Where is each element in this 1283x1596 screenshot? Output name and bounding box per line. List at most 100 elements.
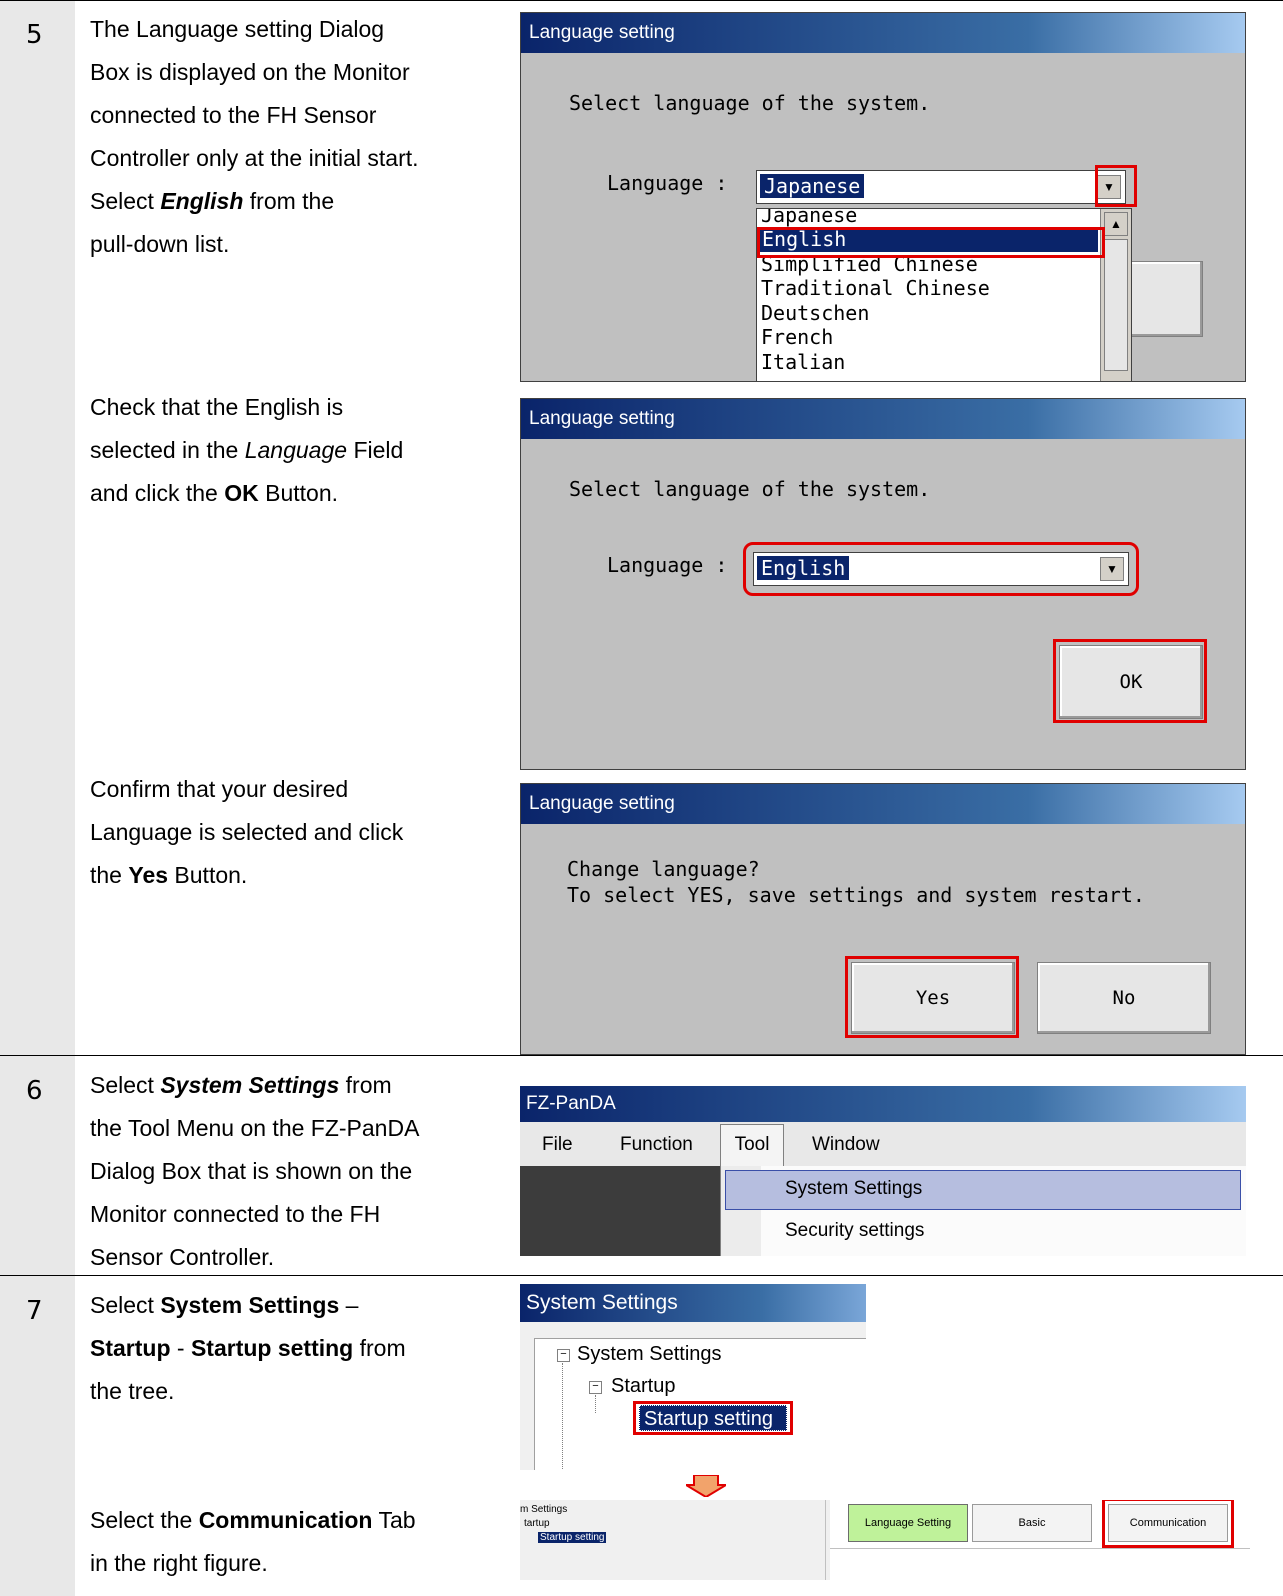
- fz-panda-window: FZ-PanDA File Function Tool Window Syste…: [520, 1086, 1246, 1256]
- step6-description: Select System Settings from the Tool Men…: [90, 1064, 500, 1279]
- menu-function[interactable]: Function: [620, 1134, 693, 1156]
- text-line: and click the OK Button.: [90, 472, 500, 515]
- text-line: Select System Settings –: [90, 1284, 500, 1327]
- text: from: [339, 1072, 392, 1098]
- text: Button.: [168, 862, 248, 888]
- menu-item-security-settings[interactable]: Security settings: [785, 1220, 924, 1242]
- list-item[interactable]: Traditional Chinese: [761, 276, 990, 300]
- dialog-prompt: Select language of the system.: [569, 91, 931, 115]
- no-button[interactable]: No: [1037, 962, 1211, 1034]
- list-item[interactable]: Italian: [761, 350, 845, 374]
- scroll-thumb[interactable]: [1104, 239, 1128, 371]
- message-line: To select YES, save settings and system …: [567, 883, 1145, 907]
- step-number: 5: [26, 20, 43, 50]
- divider: [830, 1548, 1250, 1549]
- highlight-box: [757, 227, 1105, 258]
- text: Tab: [372, 1507, 416, 1533]
- text: and click the: [90, 480, 225, 506]
- step-number: 6: [26, 1076, 43, 1106]
- emphasis: Communication: [198, 1507, 373, 1533]
- tree-text-partial: m Settings: [520, 1504, 568, 1515]
- dark-panel: [520, 1166, 720, 1256]
- arrow-down-icon: [682, 1474, 730, 1499]
- text: from: [353, 1335, 406, 1361]
- text: Field: [347, 437, 404, 463]
- language-dialog-confirm: Language setting Select language of the …: [520, 398, 1246, 770]
- text-line: Language is selected and click: [90, 819, 404, 845]
- dialog-prompt: Select language of the system.: [569, 477, 931, 501]
- text-line: the Yes Button.: [90, 854, 500, 897]
- text: Select: [90, 1292, 161, 1318]
- step-column: [0, 1, 75, 1055]
- text: Select: [90, 188, 161, 214]
- text-line: connected to the FH Sensor: [90, 102, 377, 128]
- emphasis: Startup setting: [190, 1335, 354, 1361]
- tree-line: [562, 1363, 564, 1470]
- collapse-icon[interactable]: −: [589, 1381, 602, 1394]
- menu-item-system-settings[interactable]: System Settings: [785, 1178, 922, 1200]
- emphasis: English: [160, 188, 244, 214]
- list-item[interactable]: French: [761, 325, 833, 349]
- highlight-box: [743, 542, 1139, 596]
- text-line: in the right figure.: [90, 1550, 268, 1576]
- text: Select the: [90, 1507, 199, 1533]
- menu-window[interactable]: Window: [812, 1134, 880, 1156]
- dialog-message: Change language? To select YES, save set…: [567, 856, 1145, 908]
- text-line: Select System Settings from: [90, 1064, 500, 1107]
- text: Button.: [258, 480, 339, 506]
- emphasis: Language: [244, 437, 348, 463]
- message-line: Change language?: [567, 857, 760, 881]
- emphasis: OK: [224, 480, 259, 506]
- text-line: Select the Communication Tab: [90, 1499, 500, 1542]
- top-rule: [0, 0, 1283, 1]
- text-line: Monitor connected to the FH: [90, 1201, 381, 1227]
- settings-tree[interactable]: − System Settings − Startup Startup sett…: [534, 1338, 866, 1470]
- text-line: Sensor Controller.: [90, 1244, 275, 1270]
- menu-file[interactable]: File: [542, 1134, 573, 1156]
- rule-step6: [0, 1055, 1283, 1056]
- dialog-title: Language setting: [521, 13, 1245, 53]
- highlight-box: [1053, 639, 1207, 723]
- text-line: Confirm that your desired: [90, 776, 349, 802]
- step5-description-2: Check that the English is selected in th…: [90, 386, 500, 515]
- list-item[interactable]: Deutschen: [761, 301, 869, 325]
- emphasis: Startup: [90, 1335, 171, 1361]
- window-title: FZ-PanDA: [520, 1086, 1246, 1122]
- step5-description-3: Confirm that your desired Language is se…: [90, 768, 500, 897]
- text-line: Controller only at the initial start.: [90, 145, 419, 171]
- window-title: System Settings: [520, 1284, 866, 1322]
- step-number: 7: [26, 1296, 43, 1326]
- list-item[interactable]: Japanese: [761, 209, 857, 227]
- change-language-dialog: Language setting Change language? To sel…: [520, 783, 1246, 1055]
- text: from the: [243, 188, 335, 214]
- text-line: Check that the English is: [90, 394, 344, 420]
- startup-settings-crop: m Settings tartup Startup setting Langua…: [520, 1500, 1250, 1580]
- language-label: Language :: [607, 553, 728, 577]
- language-combo[interactable]: Japanese ▼: [756, 170, 1126, 204]
- tab-basic[interactable]: Basic: [972, 1504, 1092, 1542]
- chevron-up-icon[interactable]: ▲: [1104, 212, 1128, 236]
- text-line: pull-down list.: [90, 231, 230, 257]
- text: –: [339, 1292, 359, 1318]
- text-line: Select English from the: [90, 180, 500, 223]
- tab-strip: Language Setting Basic Communication: [830, 1500, 1250, 1580]
- tree-item-startup[interactable]: Startup: [611, 1375, 675, 1398]
- collapse-icon[interactable]: −: [557, 1349, 570, 1362]
- text-line: The Language setting Dialog: [90, 16, 385, 42]
- text: Select: [90, 1072, 161, 1098]
- system-settings-window: System Settings − System Settings − Star…: [520, 1284, 866, 1470]
- step7-description: Select System Settings – Startup - Start…: [90, 1284, 500, 1413]
- language-dialog-dropdown: Language setting Select language of the …: [520, 12, 1246, 382]
- text-line: Box is displayed on the Monitor: [90, 59, 410, 85]
- emphasis: Yes: [128, 862, 169, 888]
- tree-item-system-settings[interactable]: System Settings: [577, 1343, 722, 1366]
- tree-text-partial: Startup setting: [538, 1532, 607, 1543]
- language-label: Language :: [607, 171, 728, 195]
- emphasis: System Settings: [160, 1072, 340, 1098]
- text-line: the tree.: [90, 1378, 175, 1404]
- step5-description: The Language setting Dialog Box is displ…: [90, 8, 500, 266]
- text: the: [90, 862, 129, 888]
- tool-menu: System Settings Security settings: [720, 1166, 1246, 1256]
- tab-language-setting[interactable]: Language Setting: [848, 1504, 968, 1542]
- menu-tool[interactable]: Tool: [720, 1124, 784, 1166]
